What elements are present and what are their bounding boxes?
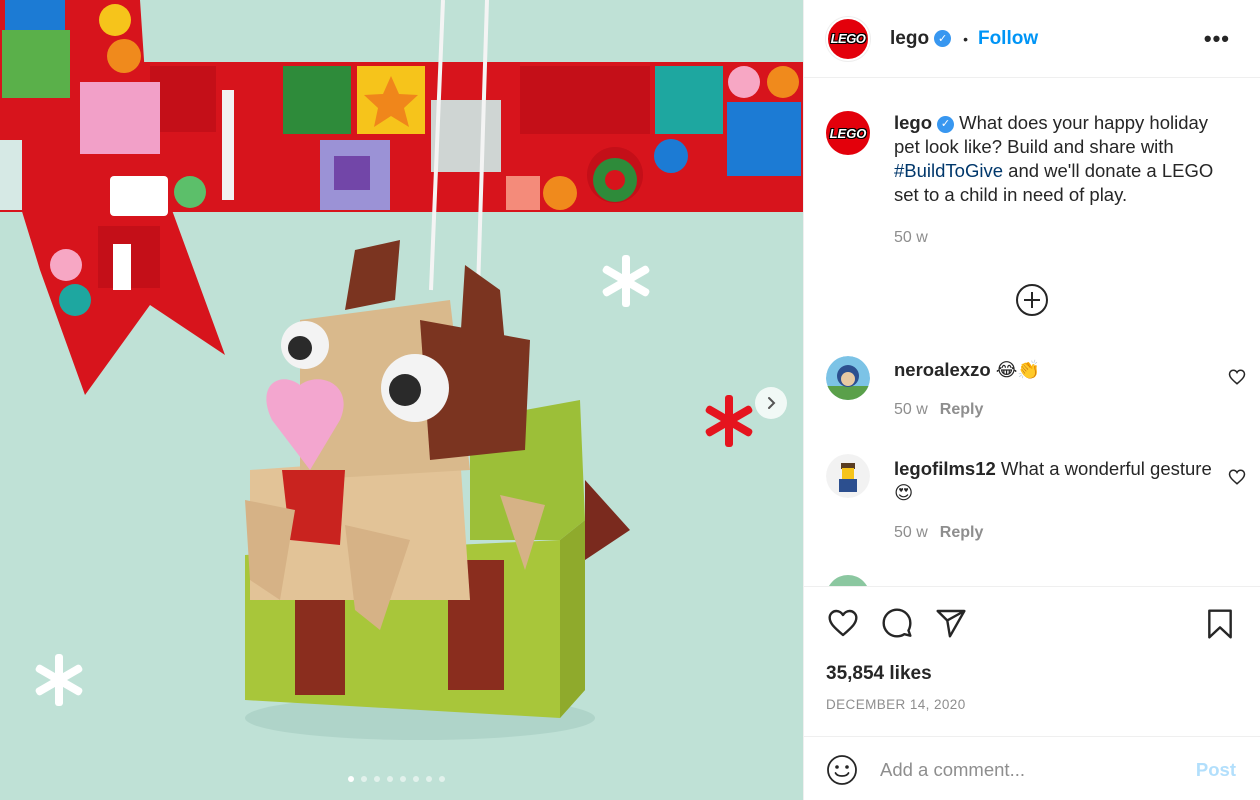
comment-item: neroalexzo 😂👏 50 w Reply [826,356,1246,426]
carousel-dot [361,776,367,782]
comment-username[interactable]: legofilms12 [894,458,996,479]
reply-button[interactable]: Reply [940,401,984,418]
reply-button[interactable]: Reply [940,524,984,541]
comment-bubble-icon[interactable] [880,607,914,639]
carousel-dot [374,776,380,782]
post-image [0,0,803,740]
like-heart-icon[interactable] [826,607,860,639]
snowflake [35,654,83,706]
more-options-button[interactable]: ••• [1204,26,1230,52]
verified-badge-icon: ✓ [934,30,952,47]
load-more-comments-button[interactable] [1015,283,1049,322]
like-comment-heart-icon[interactable] [1228,468,1246,486]
carousel-dot [348,776,354,782]
plus-circle-icon [1016,284,1048,316]
comment-username[interactable]: neroalexzo [894,359,991,380]
emoji-smiley-icon[interactable] [826,754,858,786]
post-media[interactable] [0,0,803,800]
hashtag-link[interactable]: #BuildToGive [894,160,1003,181]
caption-text: lego ✓ What does your happy holiday pet l… [894,111,1229,207]
lego-logo: LEGO [830,31,866,46]
comment-timestamp[interactable]: 50 w [894,524,928,541]
comment-item [826,575,1246,586]
caption: LEGO lego ✓ What does your happy holiday … [826,109,1246,259]
snowflake [705,395,753,447]
comment-text: neroalexzo 😂👏 [894,358,1229,382]
caption-timestamp[interactable]: 50 w [894,229,928,247]
comment-item: legofilms12 What a wonderful gesture😍 50… [826,454,1246,549]
post-side-panel: LEGO lego ✓ • Follow ••• LEGO lego ✓ What… [803,0,1260,800]
caption-username[interactable]: lego [894,112,932,133]
avatar[interactable] [826,356,870,400]
avatar[interactable] [826,454,870,498]
post-header: LEGO lego ✓ • Follow ••• [804,0,1260,78]
avatar[interactable]: LEGO [826,111,870,155]
carousel-dot [413,776,419,782]
carousel-dot [426,776,432,782]
comments-section[interactable]: LEGO lego ✓ What does your happy holiday … [804,79,1260,586]
comment-timestamp[interactable]: 50 w [894,401,928,418]
carousel-indicator [348,776,445,782]
avatar[interactable] [826,575,870,586]
post-date[interactable]: DECEMBER 14, 2020 [826,697,966,712]
like-comment-heart-icon[interactable] [1228,368,1246,386]
carousel-dot [400,776,406,782]
username-link[interactable]: lego [890,28,929,50]
header-separator: • [963,30,968,47]
next-slide-button[interactable] [755,387,787,419]
snowflake [602,255,650,307]
bookmark-icon[interactable] [1204,607,1236,641]
carousel-dot [439,776,445,782]
share-send-icon[interactable] [934,607,968,639]
comment-meta: 50 w Reply [894,524,983,542]
comment-meta: 50 w Reply [894,401,983,419]
action-bar: 35,854 likes DECEMBER 14, 2020 [804,586,1260,736]
post-comment-button[interactable]: Post [1196,759,1236,781]
add-comment-bar: Post [804,736,1260,800]
likes-count[interactable]: 35,854 likes [826,663,932,685]
comment-text: legofilms12 What a wonderful gesture😍 [894,457,1229,505]
carousel-dot [387,776,393,782]
comment-body: 😂👏 [990,359,1041,380]
verified-badge-icon: ✓ [937,115,955,133]
lego-logo: LEGO [829,125,867,141]
more-horizontal-icon: ••• [1203,26,1230,51]
chevron-right-icon [768,397,776,409]
follow-button[interactable]: Follow [978,28,1038,50]
comment-input[interactable] [880,755,1180,785]
avatar[interactable]: LEGO [826,16,870,61]
